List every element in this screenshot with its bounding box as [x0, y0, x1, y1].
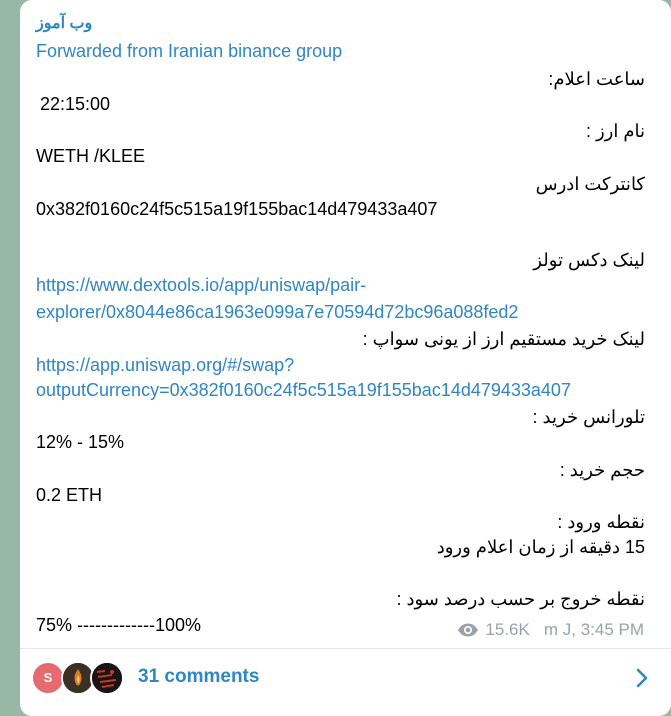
- announce-time-value: 22:15:00: [40, 94, 111, 114]
- avatar: [90, 661, 124, 695]
- exit-value: 75% -------------100%: [36, 615, 201, 635]
- forwarded-from-link[interactable]: Forwarded from Iranian binance group: [36, 39, 342, 63]
- message-meta: 15.6K m J, 3:45 PM: [457, 620, 644, 640]
- view-count: 15.6K: [485, 620, 530, 639]
- tolerance-label: تلورانس خرید :: [532, 407, 645, 427]
- token-name-label: نام ارز :: [585, 121, 645, 141]
- uniswap-label: لینک خرید مستقیم ارز از یونی سواپ :: [362, 329, 645, 349]
- eye-icon: [457, 622, 479, 638]
- author-time: m J, 3:45 PM: [543, 620, 644, 639]
- avatar: S: [31, 661, 65, 695]
- tolerance-value: 12% - 15%: [36, 432, 125, 452]
- channel-name[interactable]: وب آموز: [36, 12, 92, 36]
- contract-label: کانترکت ادرس: [535, 174, 645, 194]
- comments-footer[interactable]: S 31 comments: [20, 649, 671, 716]
- uniswap-link-line1[interactable]: https://app.uniswap.org/#/swap?: [36, 353, 294, 377]
- uniswap-link-line2[interactable]: outputCurrency=0x382f0160c24f5c515a19f15…: [36, 378, 571, 402]
- comments-link[interactable]: 31 comments: [138, 666, 259, 688]
- dextools-link-line2[interactable]: explorer/0x8044e86ca1963e099a7e70594d72b…: [36, 300, 518, 324]
- chevron-right-icon[interactable]: [635, 667, 649, 694]
- entry-label: نقطه ورود :: [557, 512, 645, 532]
- token-name-value: WETH /KLEE: [36, 146, 146, 166]
- volume-value: 0.2 ETH: [36, 485, 103, 505]
- exit-label: نقطه خروج بر حسب درصد سود :: [396, 589, 645, 609]
- dextools-link-line1[interactable]: https://www.dextools.io/app/uniswap/pair…: [36, 273, 366, 297]
- message-bubble: وب آموز Forwarded from Iranian binance g…: [20, 0, 671, 716]
- dextools-label: لینک دکس تولز: [533, 250, 645, 270]
- announce-time-label: ساعت اعلام:: [548, 69, 645, 89]
- contract-value: 0x382f0160c24f5c515a19f155bac14d479433a4…: [36, 199, 438, 219]
- volume-label: حجم خرید :: [559, 460, 645, 480]
- entry-value: 15 دقیقه از زمان اعلام ورود: [436, 537, 645, 557]
